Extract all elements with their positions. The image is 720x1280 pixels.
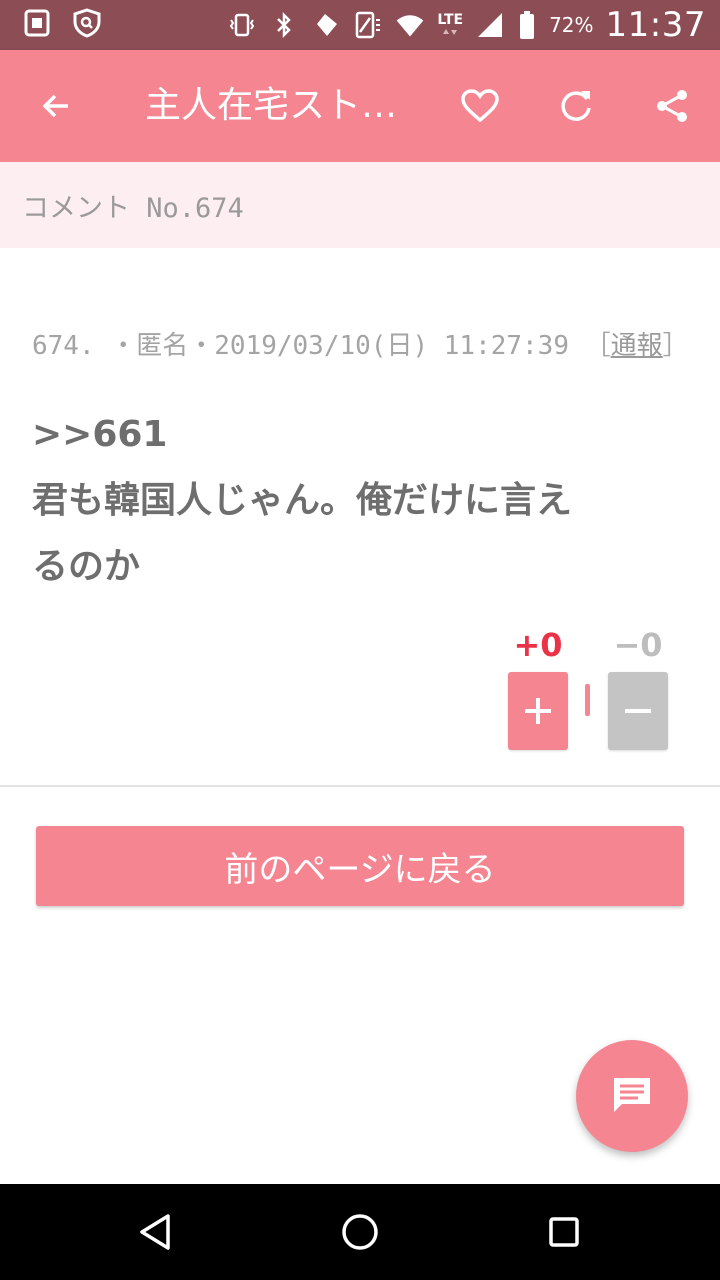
- clock: 11:37: [605, 5, 706, 45]
- comment-number-header: コメント No.674: [0, 162, 720, 248]
- lte-label: LTE: [437, 13, 463, 37]
- refresh-icon[interactable]: [546, 76, 606, 136]
- share-icon[interactable]: [642, 76, 702, 136]
- shield-search-icon: [72, 8, 102, 38]
- back-arrow-icon[interactable]: [26, 76, 86, 136]
- comment-meta: 674. ・匿名・2019/03/10(日) 11:27:39 ［通報］: [32, 325, 689, 362]
- battery-percent: 72%: [549, 13, 594, 37]
- toolbar: 主人在宅スト…: [0, 50, 720, 162]
- comment-meta-end: ］: [662, 331, 689, 361]
- comment-fab[interactable]: [576, 1040, 688, 1152]
- comment-number-label: コメント No.674: [22, 193, 244, 224]
- minus-vote-button[interactable]: [608, 672, 668, 750]
- plus-vote-button[interactable]: [508, 672, 568, 750]
- wifi-icon: [395, 10, 425, 40]
- nfc-icon: [311, 10, 341, 40]
- vibrate-icon: [227, 10, 257, 40]
- bluetooth-icon: [269, 10, 299, 40]
- heart-icon[interactable]: [450, 76, 510, 136]
- sim-card-icon: [22, 8, 52, 38]
- plus-vote-count: +0: [513, 626, 563, 664]
- status-bar: LTE 72% 11:37: [0, 0, 720, 50]
- minus-vote-count: −0: [613, 626, 663, 664]
- minus-icon: [625, 709, 651, 713]
- nav-recents-icon[interactable]: [534, 1202, 594, 1262]
- comment-meta-text: 674. ・匿名・2019/03/10(日) 11:27:39 ［: [32, 331, 611, 361]
- plus-icon: [525, 698, 551, 724]
- comment-body-line: るのか: [32, 546, 141, 587]
- nav-back-icon[interactable]: [126, 1202, 186, 1262]
- divider: [0, 785, 720, 787]
- nav-home-icon[interactable]: [330, 1202, 390, 1262]
- back-to-previous-page-button[interactable]: 前のページに戻る: [36, 826, 684, 906]
- battery-icon: [517, 10, 537, 40]
- navigation-bar: [0, 1184, 720, 1280]
- reply-anchor[interactable]: >>661: [32, 402, 682, 468]
- signal-icon: [475, 10, 505, 40]
- vote-ratio-bar: [585, 684, 590, 716]
- flip-icon: [353, 10, 383, 40]
- comment-body: >>661 君も韓国人じゃん。俺だけに言え るのか: [32, 402, 682, 600]
- comment-icon: [614, 1078, 650, 1112]
- report-link[interactable]: 通報: [611, 331, 663, 361]
- page-title: 主人在宅スト…: [145, 85, 398, 126]
- comment-body-line: 君も韓国人じゃん。俺だけに言え: [32, 480, 573, 521]
